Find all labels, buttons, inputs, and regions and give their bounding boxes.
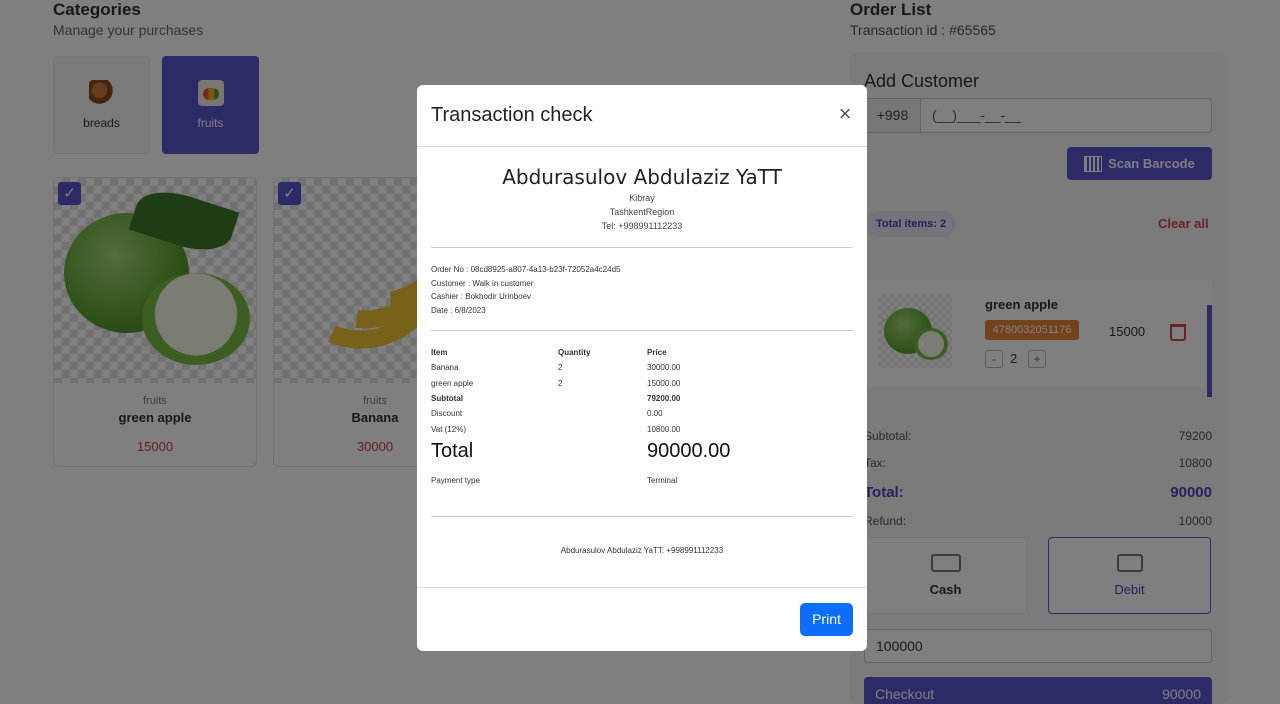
col-header-item: Item (431, 348, 448, 357)
subtotal-value: 79200.00 (647, 394, 681, 403)
total-label: Total (431, 440, 474, 462)
receipt-footer: Abdurasulov Abdulaziz YaTT: +99899111223… (560, 546, 724, 555)
vat-label: Vat (12%) (431, 425, 466, 434)
discount-label: Discount (431, 409, 463, 418)
payment-type-label: Payment type (431, 476, 480, 485)
transaction-check-modal: Transaction check × Abdurasulov Abdulazi… (417, 85, 867, 651)
row-quantity: 2 (558, 363, 563, 372)
print-button[interactable]: Print (800, 603, 853, 636)
close-icon[interactable]: × (835, 103, 855, 125)
row-quantity: 2 (558, 379, 563, 388)
subtotal-label: Subtotal (431, 394, 463, 403)
discount-value: 0.00 (647, 409, 663, 418)
col-header-quantity: Quantity (558, 348, 591, 357)
col-header-price: Price (647, 348, 667, 357)
modal-header: Transaction check × (417, 85, 867, 147)
modal-footer-divider (417, 587, 867, 588)
payment-type-value: Terminal (647, 476, 678, 485)
modal-title: Transaction check (431, 104, 593, 126)
cashier: Cashier : Bokhodir Urinboev (431, 292, 532, 301)
store-name: Abdurasulov Abdulaziz YaTT (502, 165, 782, 189)
receipt-meta: Order No : 08cd8925-a807-4a13-b23f-72052… (431, 263, 853, 317)
vat-value: 10800.00 (647, 425, 681, 434)
store-region-line: TashkentRegion (609, 207, 675, 217)
row-item: Banana (431, 363, 459, 372)
row-price: 15000.00 (647, 379, 681, 388)
date: Date : 6/8/2023 (431, 305, 486, 315)
divider (431, 516, 853, 517)
row-item: green apple (431, 379, 474, 388)
divider (431, 247, 853, 248)
row-price: 30000.00 (647, 363, 681, 372)
store-phone-line: Tel: +998991112233 (601, 221, 683, 231)
store-address-line: Kibray (629, 193, 655, 203)
divider (431, 330, 853, 331)
total-value: 90000.00 (647, 440, 731, 462)
order-no: Order No : 08cd8925-a807-4a13-b23f-72052… (431, 265, 621, 274)
customer: Customer : Walk in customer (431, 278, 534, 288)
